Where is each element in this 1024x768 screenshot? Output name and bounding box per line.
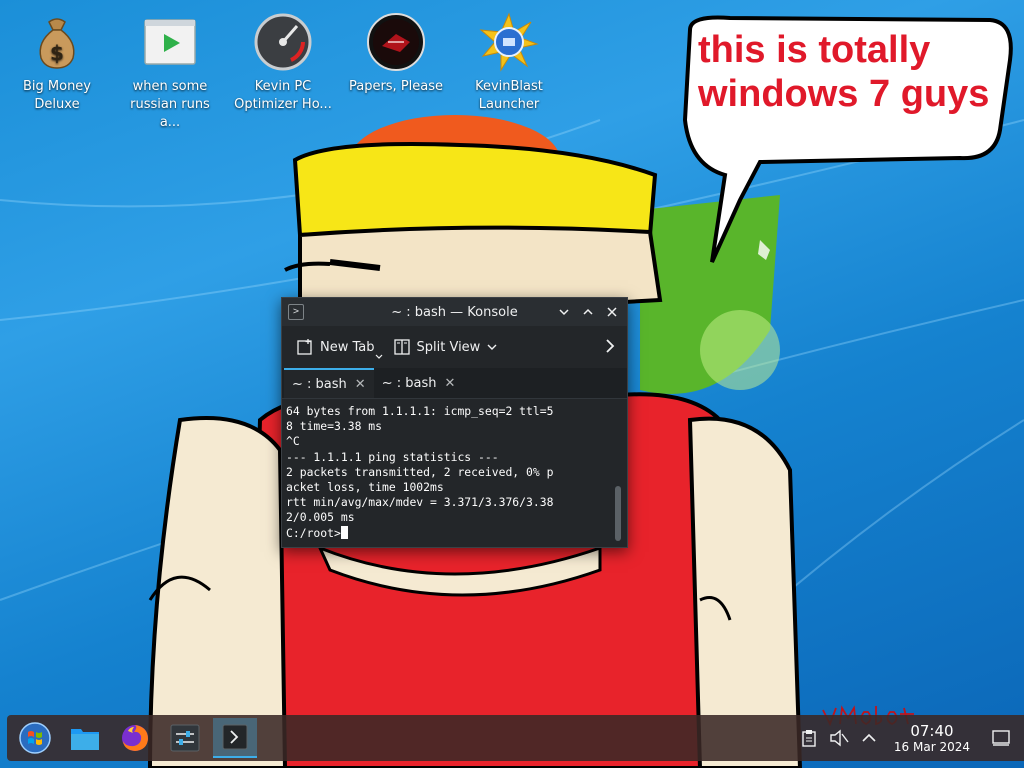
new-tab-button[interactable]: New Tab xyxy=(296,338,382,359)
konsole-toolbar: New Tab Split View xyxy=(282,326,627,368)
speech-bubble-text: this is totally windows 7 guys xyxy=(698,29,990,115)
svg-text:$: $ xyxy=(50,41,64,65)
system-tray: 07:40 16 Mar 2024 xyxy=(790,715,1024,761)
desktop-icon-label: KevinBlast Launcher xyxy=(475,79,543,112)
new-tab-label: New Tab xyxy=(320,339,375,355)
close-icon xyxy=(607,307,617,317)
terminal-line: 2 packets transmitted, 2 received, 0% p xyxy=(286,464,554,479)
desktop-icon-label: when some russian runs a... xyxy=(130,79,210,130)
clock-time: 07:40 xyxy=(910,721,954,740)
split-view-button[interactable]: Split View xyxy=(393,338,499,356)
terminal-scrollbar[interactable] xyxy=(615,486,621,541)
desktop-icon-big-money[interactable]: $ Big Money Deluxe xyxy=(5,8,109,114)
clock[interactable]: 07:40 16 Mar 2024 xyxy=(893,721,970,754)
konsole-app-icon[interactable]: > xyxy=(288,304,304,320)
tab-bar: ~ : bash ✕ ~ : bash ✕ xyxy=(282,368,627,399)
tab-bash-1[interactable]: ~ : bash ✕ xyxy=(284,368,374,398)
speedometer-icon xyxy=(254,13,312,71)
desktop-icon-russian-video[interactable]: when some russian runs a... xyxy=(118,8,222,132)
chevron-down-icon[interactable] xyxy=(555,303,573,321)
file-manager-icon xyxy=(71,729,99,750)
start-orb-icon xyxy=(19,722,51,754)
tray-expand-icon[interactable] xyxy=(858,727,880,749)
desktop-icon-label: Kevin PC Optimizer Ho... xyxy=(234,79,332,112)
tab-label: ~ : bash xyxy=(381,375,437,391)
terminal-line: --- 1.1.1.1 ping statistics --- xyxy=(286,449,499,464)
terminal-line: ^C xyxy=(286,434,300,449)
clock-date: 16 Mar 2024 xyxy=(893,739,970,754)
clipboard-icon[interactable] xyxy=(798,727,820,749)
taskbar-konsole[interactable] xyxy=(213,718,257,758)
terminal-cursor xyxy=(340,525,348,539)
window-titlebar[interactable]: > ~ : bash — Konsole xyxy=(282,298,627,326)
chevron-right-icon xyxy=(606,339,615,353)
desktop-icon-label: Big Money Deluxe xyxy=(22,79,91,112)
papers-please-icon xyxy=(367,13,425,71)
close-icon[interactable]: ✕ xyxy=(444,376,455,391)
split-view-label: Split View xyxy=(416,339,481,355)
kevinblast-icon xyxy=(479,12,539,72)
desktop-icon-kevin-pc-optimizer[interactable]: Kevin PC Optimizer Ho... xyxy=(231,8,335,114)
maximize-button[interactable] xyxy=(579,303,597,321)
terminal-line: 64 bytes from 1.1.1.1: icmp_seq=2 ttl=5 xyxy=(286,404,554,418)
dropdown-arrow-icon xyxy=(375,354,382,359)
new-tab-icon xyxy=(297,339,312,355)
taskbar-system-settings[interactable] xyxy=(163,718,207,758)
terminal-line: 2/0.005 ms xyxy=(286,510,355,525)
split-view-icon xyxy=(393,339,410,355)
tab-label: ~ : bash xyxy=(292,376,347,392)
firefox-icon xyxy=(122,725,148,751)
volume-muted-icon[interactable] xyxy=(828,727,850,749)
terminal-line: acket loss, time 1002ms xyxy=(286,480,444,495)
desktop-icon-label: Papers, Please xyxy=(348,79,444,94)
chevron-up-icon xyxy=(583,308,593,315)
terminal-line: rtt min/avg/max/mdev = 3.371/3.376/3.38 xyxy=(286,495,554,510)
terminal-line: 8 time=3.38 ms xyxy=(286,419,383,434)
show-desktop-button[interactable] xyxy=(990,727,1012,749)
close-button[interactable] xyxy=(603,303,621,321)
terminal-prompt-line[interactable]: C:/root> xyxy=(286,525,609,541)
desktop-icon-kevinblast[interactable]: KevinBlast Launcher xyxy=(457,8,561,114)
taskbar-firefox[interactable] xyxy=(113,718,157,758)
desktop-icon-papers-please[interactable]: Papers, Please xyxy=(344,8,448,96)
video-player-icon xyxy=(144,19,196,65)
close-icon[interactable]: ✕ xyxy=(355,377,366,392)
start-menu-button[interactable] xyxy=(13,718,57,758)
konsole-window[interactable]: > ~ : bash — Konsole New Tab Split View … xyxy=(281,297,628,548)
chevron-down-icon xyxy=(487,344,497,350)
system-settings-icon xyxy=(170,724,200,752)
terminal-prompt: C:/root> xyxy=(286,525,341,540)
toolbar-overflow-button[interactable] xyxy=(603,337,617,359)
taskbar-file-manager[interactable] xyxy=(63,718,107,758)
money-bag-icon: $ xyxy=(39,18,75,69)
terminal-output[interactable]: 64 bytes from 1.1.1.1: icmp_seq=2 ttl=5 … xyxy=(282,401,627,547)
show-desktop-icon xyxy=(992,730,1010,746)
taskbar: 07:40 16 Mar 2024 xyxy=(7,715,1024,761)
konsole-icon xyxy=(222,724,248,750)
tab-bash-2[interactable]: ~ : bash ✕ xyxy=(374,368,464,398)
